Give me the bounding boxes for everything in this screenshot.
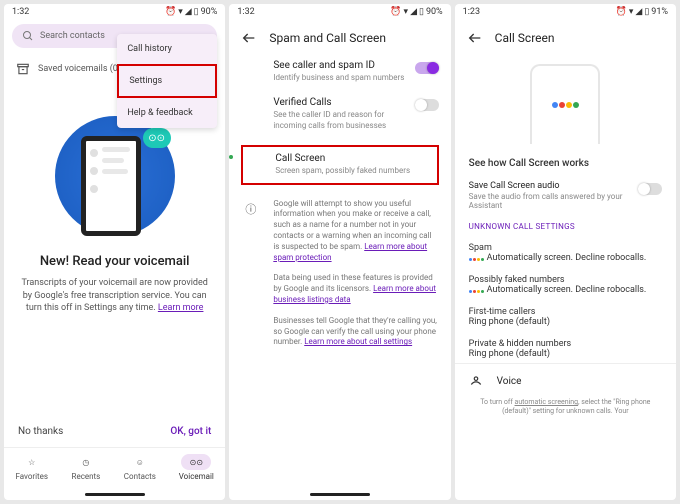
clock: 1:32 — [12, 7, 29, 17]
signal-icon: ◢ — [635, 8, 642, 17]
back-button[interactable] — [241, 30, 257, 46]
archive-icon — [16, 62, 30, 76]
save-audio-row[interactable]: Save Call Screen audio Save the audio fr… — [469, 181, 662, 210]
signal-icon: ◢ — [185, 8, 192, 17]
voice-row[interactable]: Voice — [455, 363, 676, 398]
nav-favorites[interactable]: ☆ Favorites — [15, 454, 48, 481]
assistant-icon — [469, 258, 484, 261]
page-title: Call Screen — [495, 31, 555, 45]
ok-got-it-button[interactable]: OK, got it — [170, 426, 211, 437]
alarm-icon: ⏰ — [165, 8, 176, 17]
toggle-verified-calls[interactable] — [415, 99, 439, 111]
voice-icon — [469, 374, 483, 388]
spam-row[interactable]: Spam Automatically screen. Decline roboc… — [469, 243, 662, 263]
verified-calls-row[interactable]: Verified Calls See the caller ID and rea… — [273, 97, 438, 131]
phone-spam-settings-screen: 1:32 ⏰ ▾ ◢ ▯ 90% Spam and Call Screen Se… — [229, 4, 450, 500]
voicemail-nav-icon: ⊙⊙ — [190, 458, 203, 467]
battery-icon: ▯ — [194, 8, 199, 17]
nav-recents[interactable]: ◷ Recents — [71, 454, 101, 481]
wifi-icon: ▾ — [404, 8, 409, 17]
toggle-caller-spam[interactable] — [415, 62, 439, 74]
device-illustration — [455, 64, 676, 144]
info-section: ⓘ Google will attempt to show you useful… — [245, 199, 438, 359]
phone-call-screen-settings: 1:23 ⏰ ▾ ◢ ▯ 91% Call Screen See ho — [455, 4, 676, 500]
alarm-icon: ⏰ — [616, 8, 627, 17]
gesture-bar — [310, 493, 370, 496]
battery-pct: 90% — [201, 7, 218, 17]
alarm-icon: ⏰ — [390, 8, 401, 17]
voicemail-headline: New! Read your voicemail — [12, 254, 217, 269]
voicemail-body: Transcripts of your voicemail are now pr… — [16, 277, 213, 315]
see-how-label[interactable]: See how Call Screen works — [469, 158, 662, 169]
wifi-icon: ▾ — [629, 8, 634, 17]
menu-call-history[interactable]: Call history — [117, 34, 217, 64]
no-thanks-button[interactable]: No thanks — [18, 426, 63, 437]
info-icon: ⓘ — [245, 201, 256, 217]
assistant-icon — [552, 102, 579, 108]
unknown-call-settings-header: UNKNOWN CALL SETTINGS — [469, 222, 662, 231]
search-icon — [22, 30, 34, 42]
phone-voicemail-screen: 1:32 ⏰ ▾ ◢ ▯ 90% Search contacts Saved v… — [4, 4, 225, 500]
faked-numbers-row[interactable]: Possibly faked numbers Automatically scr… — [469, 275, 662, 295]
gesture-bar — [85, 493, 145, 496]
battery-icon: ▯ — [419, 8, 424, 17]
toggle-save-audio[interactable] — [638, 183, 662, 195]
signal-icon: ◢ — [410, 8, 417, 17]
overflow-menu: Call history Settings Help & feedback — [117, 34, 217, 128]
battery-pct: 91% — [651, 7, 668, 17]
voicemail-icon: ⊙⊙ — [143, 128, 171, 148]
wifi-icon: ▾ — [178, 8, 183, 17]
call-settings-link[interactable]: Learn more about call settings — [304, 337, 412, 346]
assistant-icon — [469, 290, 484, 293]
bottom-nav: ☆ Favorites ◷ Recents ☺ Contacts ⊙⊙ Voic… — [4, 447, 225, 493]
nav-contacts[interactable]: ☺ Contacts — [124, 454, 156, 481]
clock-icon: ◷ — [82, 458, 89, 467]
caller-spam-id-row[interactable]: See caller and spam ID Identify business… — [273, 60, 438, 83]
first-time-callers-row[interactable]: First-time callers Ring phone (default) — [469, 307, 662, 327]
battery-icon: ▯ — [644, 8, 649, 17]
star-icon: ☆ — [28, 458, 35, 467]
learn-more-link[interactable]: Learn more — [158, 303, 204, 313]
header: Call Screen — [455, 20, 676, 56]
assistant-icon — [229, 149, 231, 165]
header: Spam and Call Screen — [229, 20, 450, 56]
clock: 1:23 — [463, 7, 480, 17]
footnote: To turn off automatic screening, select … — [455, 398, 676, 422]
battery-pct: 90% — [426, 7, 443, 17]
status-bar: 1:32 ⏰ ▾ ◢ ▯ 90% — [229, 4, 450, 20]
private-numbers-row[interactable]: Private & hidden numbers Ring phone (def… — [469, 339, 662, 359]
nav-voicemail[interactable]: ⊙⊙ Voicemail — [179, 454, 214, 481]
call-screen-row[interactable]: Call Screen Screen spam, possibly faked … — [241, 145, 438, 184]
status-bar: 1:23 ⏰ ▾ ◢ ▯ 91% — [455, 4, 676, 20]
menu-help-feedback[interactable]: Help & feedback — [117, 98, 217, 128]
search-placeholder: Search contacts — [40, 31, 105, 41]
back-button[interactable] — [467, 30, 483, 46]
page-title: Spam and Call Screen — [269, 31, 386, 45]
menu-settings[interactable]: Settings — [117, 64, 217, 98]
illustration: ⊙⊙ — [4, 116, 225, 236]
status-bar: 1:32 ⏰ ▾ ◢ ▯ 90% — [4, 4, 225, 20]
clock: 1:32 — [237, 7, 254, 17]
contacts-icon: ☺ — [136, 458, 144, 467]
